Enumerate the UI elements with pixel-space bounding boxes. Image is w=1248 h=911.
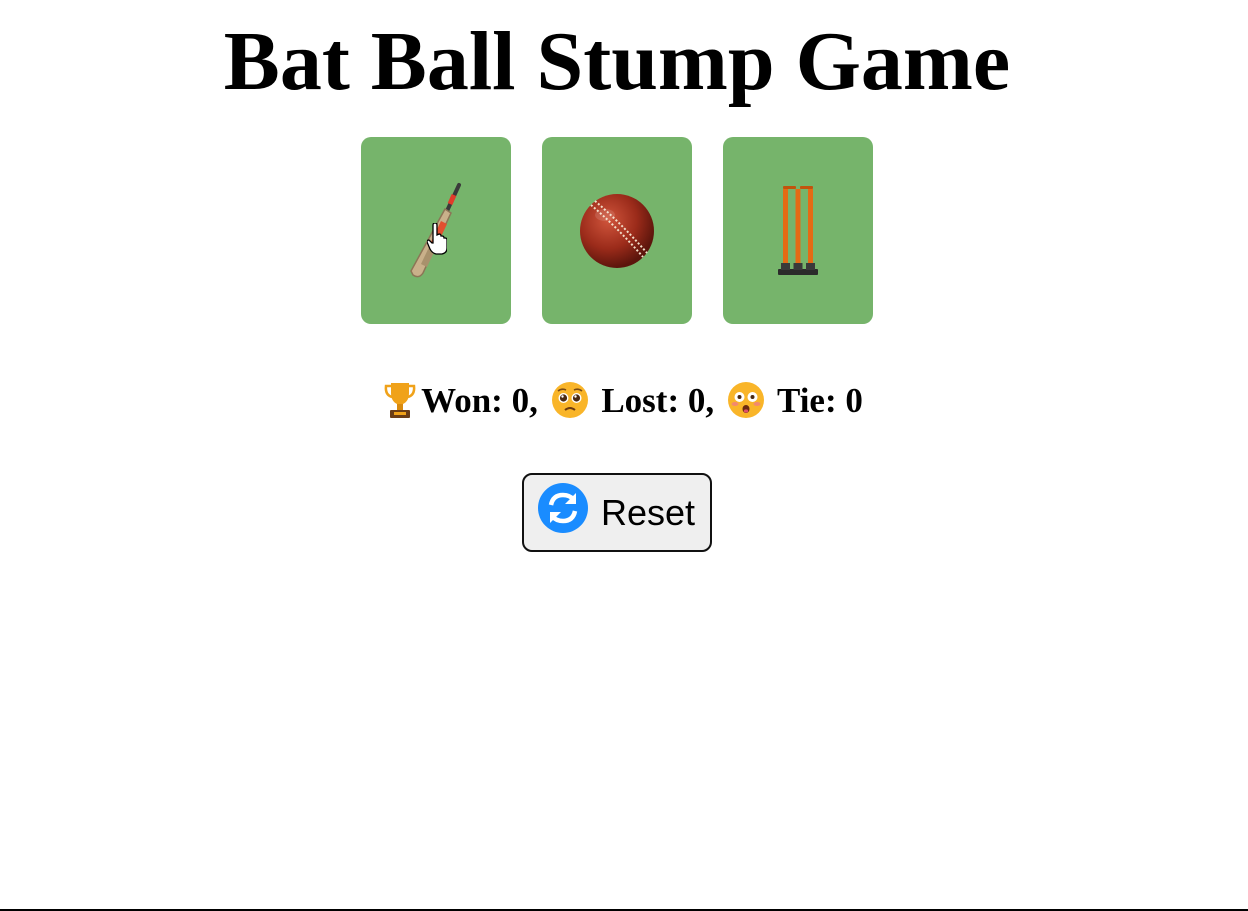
reset-label: Reset [601, 491, 696, 533]
lost-count: Lost: 0, [601, 381, 715, 420]
refresh-icon [537, 482, 589, 543]
trophy-icon [383, 381, 417, 431]
reset-button[interactable]: Reset [522, 473, 712, 552]
bat-choice-button[interactable] [361, 137, 511, 324]
won-count: Won: 0, [421, 381, 538, 420]
choice-cards [361, 137, 873, 324]
stump-choice-button[interactable] [723, 137, 873, 324]
hand-cursor-icon [427, 223, 447, 255]
tie-count: Tie: 0 [776, 381, 863, 420]
pleading-face-icon [551, 381, 589, 431]
cricket-stumps-icon [776, 183, 820, 279]
ball-choice-button[interactable] [542, 137, 692, 324]
cricket-ball-icon [577, 191, 657, 271]
scoreboard: Won: 0, Lost: 0, Tie: 0 [0, 378, 1242, 431]
page-title: Bat Ball Stump Game [223, 15, 1011, 108]
flushed-face-icon [727, 381, 765, 431]
